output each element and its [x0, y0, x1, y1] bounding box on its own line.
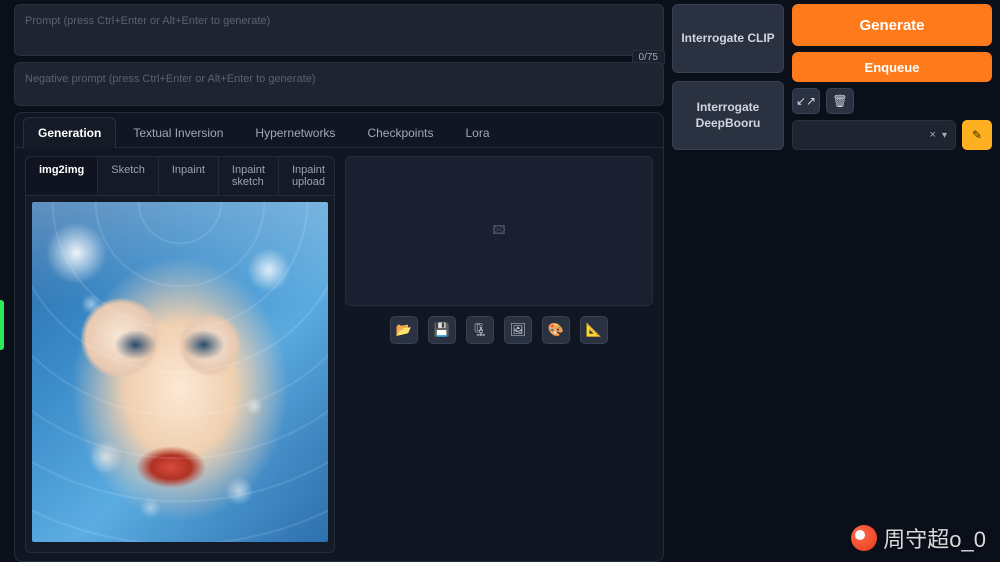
watermark-text: 周守超o_0: [883, 522, 986, 554]
generation-panel: Generation Textual Inversion Hypernetwor…: [14, 112, 664, 562]
styles-select[interactable]: × ▾: [792, 120, 956, 150]
input-canvas-pane: img2img Sketch Inpaint Inpaint sketch In…: [25, 156, 335, 553]
styles-clear-icon[interactable]: ×: [930, 129, 936, 141]
interrogate-deepbooru-button[interactable]: Interrogate DeepBooru: [672, 81, 784, 150]
send-extras-button[interactable]: 📐: [580, 316, 608, 344]
subtab-img2img[interactable]: img2img: [26, 157, 98, 195]
input-image-slot[interactable]: ×: [26, 196, 334, 552]
negative-prompt-textarea[interactable]: Negative prompt (press Ctrl+Enter or Alt…: [14, 62, 664, 106]
open-folder-button[interactable]: 📂: [390, 316, 418, 344]
progress-indicator: [0, 300, 4, 350]
tab-lora[interactable]: Lora: [450, 117, 504, 148]
zip-button[interactable]: 🗜: [466, 316, 494, 344]
main-tab-row: Generation Textual Inversion Hypernetwor…: [15, 113, 663, 148]
output-preview: 🖾: [345, 156, 653, 306]
save-button[interactable]: 💾: [428, 316, 456, 344]
image-placeholder-icon: 🖾: [492, 221, 505, 242]
send-inpaint-button[interactable]: 🎨: [542, 316, 570, 344]
prompt-placeholder: Prompt (press Ctrl+Enter or Alt+Enter to…: [25, 15, 270, 27]
weibo-logo-icon: [851, 525, 877, 551]
tab-generation[interactable]: Generation: [23, 117, 116, 148]
subtab-inpaint-upload[interactable]: Inpaint upload: [279, 157, 335, 195]
negative-prompt-placeholder: Negative prompt (press Ctrl+Enter or Alt…: [25, 73, 315, 85]
styles-caret-icon: ▾: [942, 130, 947, 141]
edit-styles-button[interactable]: ✎: [962, 120, 992, 150]
clear-button[interactable]: 🗑: [826, 88, 854, 114]
interrogate-deepbooru-label: Interrogate DeepBooru: [696, 100, 761, 131]
output-pane: 🖾 📂 💾 🗜 🖼 🎨 📐: [345, 156, 653, 553]
uploaded-image: [32, 202, 328, 542]
tab-textual-inversion[interactable]: Textual Inversion: [118, 117, 238, 148]
interrogate-clip-button[interactable]: Interrogate CLIP: [672, 4, 784, 73]
subtab-sketch[interactable]: Sketch: [98, 157, 159, 195]
interrogate-clip-label: Interrogate CLIP: [681, 31, 774, 47]
subtab-inpaint-sketch[interactable]: Inpaint sketch: [219, 157, 279, 195]
subtab-inpaint[interactable]: Inpaint: [159, 157, 219, 195]
enqueue-button[interactable]: Enqueue: [792, 52, 992, 82]
generate-label: Generate: [859, 17, 924, 34]
watermark: 周守超o_0: [851, 522, 986, 554]
output-button-row: 📂 💾 🗜 🖼 🎨 📐: [345, 316, 653, 344]
tab-hypernetworks[interactable]: Hypernetworks: [240, 117, 350, 148]
pencil-icon: ✎: [972, 128, 982, 142]
generate-button[interactable]: Generate: [792, 4, 992, 46]
enqueue-label: Enqueue: [865, 60, 920, 75]
prompt-textarea[interactable]: Prompt (press Ctrl+Enter or Alt+Enter to…: [14, 4, 664, 56]
send-img2img-button[interactable]: 🖼: [504, 316, 532, 344]
sub-tab-row: img2img Sketch Inpaint Inpaint sketch In…: [26, 157, 334, 196]
expand-button[interactable]: ↙↗: [792, 88, 820, 114]
tab-checkpoints[interactable]: Checkpoints: [352, 117, 448, 148]
